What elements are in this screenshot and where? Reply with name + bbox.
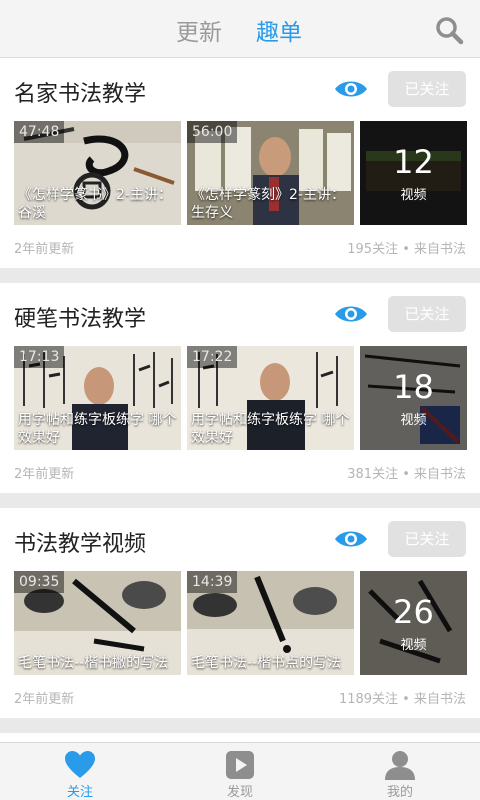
video-duration: 09:35 [14, 571, 65, 593]
channel-card[interactable]: 硬笔书法教学 已关注 17:13 用字帖和练字板练字 哪个效果好 17:22 用… [0, 283, 480, 493]
top-bar: 更新 趣单 [0, 0, 480, 58]
channel-card[interactable]: 名家书法教学 已关注 47:48 《怎样学篆书》2-主讲：谷溪 56:00 《怎… [0, 58, 480, 268]
video-caption: 用字帖和练字板练字 哪个效果好 [18, 412, 177, 446]
video-duration: 47:48 [14, 121, 65, 143]
nav-follow-label: 关注 [66, 785, 93, 800]
followed-button[interactable]: 已关注 [388, 71, 466, 107]
tab-update[interactable]: 更新 [176, 13, 222, 47]
video-thumbnail[interactable]: 09:35 毛笔书法--楷书撇的写法 [14, 571, 181, 675]
updated-time: 2年前更新 [14, 242, 75, 257]
search-icon[interactable] [434, 15, 464, 45]
channel-card-partial [0, 733, 480, 742]
video-count: 12 [393, 143, 434, 181]
updated-time: 2年前更新 [14, 467, 75, 482]
video-caption: 用字帖和练字板练字 哪个效果好 [191, 412, 350, 446]
video-caption: 毛笔书法--楷书点的写法 [191, 655, 342, 671]
tab-qudan[interactable]: 趣单 [256, 13, 302, 47]
more-videos-tile[interactable]: 18 视频 [360, 346, 467, 450]
channel-stats: 1189关注 • 来自书法 [338, 692, 466, 707]
play-icon [226, 751, 254, 779]
video-caption: 毛笔书法--楷书撇的写法 [18, 655, 169, 671]
followed-button[interactable]: 已关注 [388, 296, 466, 332]
nav-follow[interactable]: 关注 [0, 743, 160, 800]
video-duration: 17:13 [14, 346, 65, 368]
video-thumbnail[interactable]: 56:00 《怎样学篆刻》2-主讲：生存义 [187, 121, 354, 225]
heart-icon [65, 751, 95, 778]
video-duration: 17:22 [187, 346, 238, 368]
updated-time: 2年前更新 [14, 692, 75, 707]
channel-stats: 381关注 • 来自书法 [347, 467, 466, 482]
nav-mine[interactable]: 我的 [320, 743, 480, 800]
video-count: 26 [393, 593, 434, 631]
more-videos-tile[interactable]: 26 视频 [360, 571, 467, 675]
video-thumbnail[interactable]: 17:13 用字帖和练字板练字 哪个效果好 [14, 346, 181, 450]
eye-icon[interactable] [334, 303, 368, 325]
more-videos-tile[interactable]: 12 视频 [360, 121, 467, 225]
video-duration: 56:00 [187, 121, 238, 143]
eye-icon[interactable] [334, 78, 368, 100]
video-thumbnail[interactable]: 17:22 用字帖和练字板练字 哪个效果好 [187, 346, 354, 450]
eye-icon[interactable] [334, 528, 368, 550]
video-caption: 《怎样学篆刻》2-主讲：生存义 [191, 187, 345, 221]
card-title[interactable]: 书法教学视频 [14, 526, 146, 558]
followed-button[interactable]: 已关注 [388, 521, 466, 557]
card-title[interactable]: 硬笔书法教学 [14, 301, 146, 333]
video-caption: 《怎样学篆书》2-主讲：谷溪 [18, 187, 172, 221]
channel-stats: 195关注 • 来自书法 [347, 242, 466, 257]
video-count-label: 视频 [400, 638, 427, 653]
nav-mine-label: 我的 [386, 785, 413, 800]
bottom-nav: 关注 发现 我的 [0, 742, 480, 800]
video-count-label: 视频 [400, 413, 427, 428]
nav-discover[interactable]: 发现 [160, 743, 320, 800]
video-duration: 14:39 [187, 571, 238, 593]
video-thumbnail[interactable]: 14:39 毛笔书法--楷书点的写法 [187, 571, 354, 675]
channel-card[interactable]: 书法教学视频 已关注 09:35 毛笔书法--楷书撇的写法 14:39 毛笔书法… [0, 508, 480, 718]
nav-discover-label: 发现 [226, 785, 253, 800]
video-count-label: 视频 [400, 188, 427, 203]
user-icon [385, 751, 415, 780]
video-count: 18 [393, 368, 434, 406]
video-thumbnail[interactable]: 47:48 《怎样学篆书》2-主讲：谷溪 [14, 121, 181, 225]
card-title[interactable]: 名家书法教学 [14, 76, 146, 108]
